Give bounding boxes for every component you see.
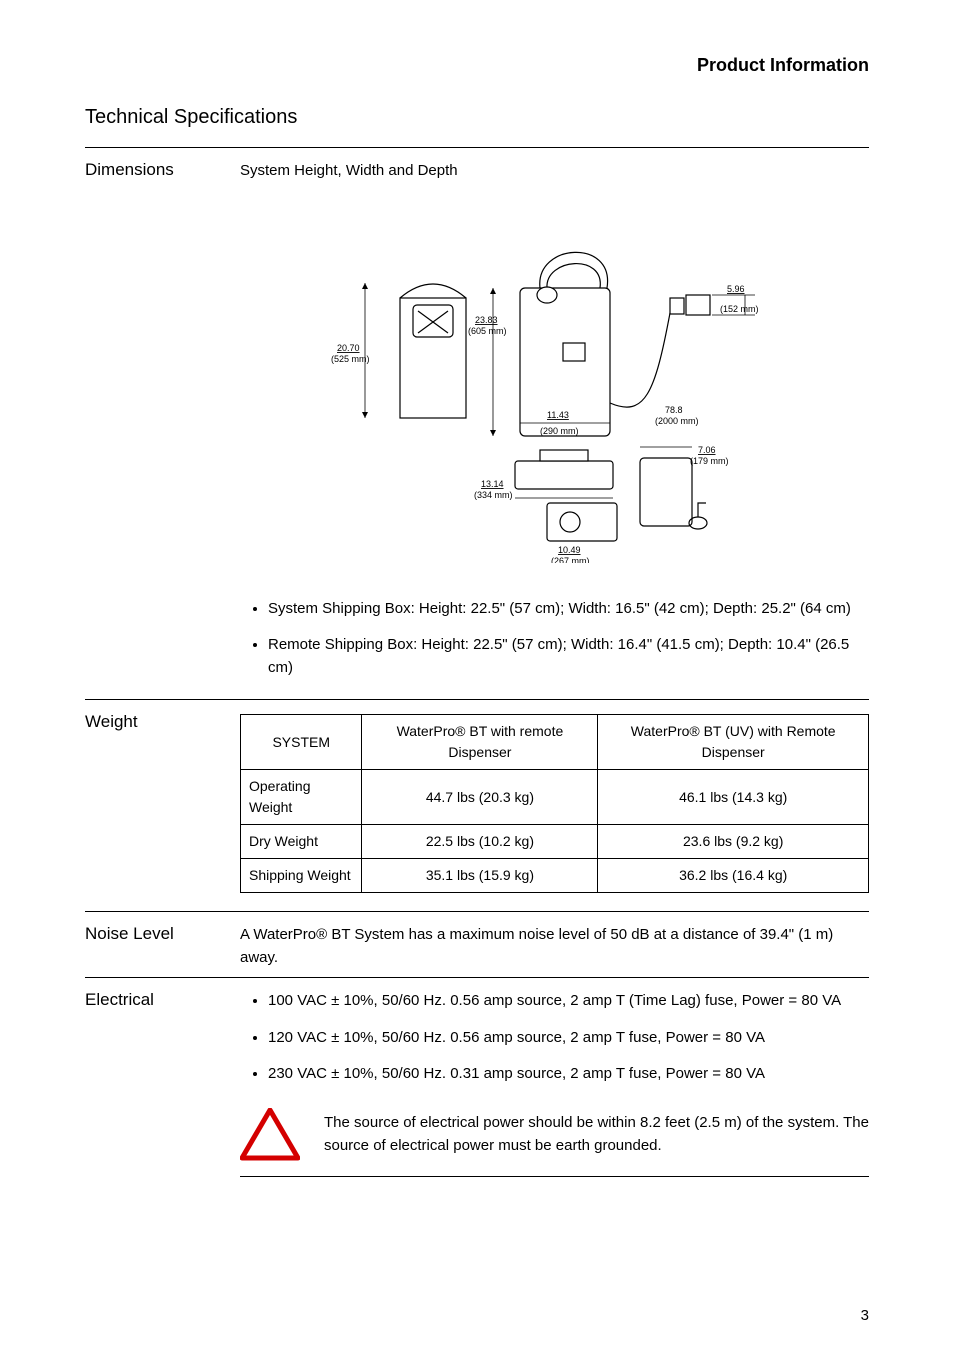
page-title: Technical Specifications xyxy=(85,106,869,129)
dim-w-foot-mm: (334 mm) xyxy=(474,490,513,500)
section-dimensions: Dimensions System Height, Width and Dept… xyxy=(85,147,869,693)
dimensions-bullet: System Shipping Box: Height: 22.5" (57 c… xyxy=(268,598,869,621)
section-electrical: Electrical 100 VAC ± 10%, 50/60 Hz. 0.56… xyxy=(85,977,869,1177)
weight-label: Weight xyxy=(85,712,240,893)
weight-col-bt: WaterPro® BT with remote Dispenser xyxy=(362,715,598,770)
dimensions-label: Dimensions xyxy=(85,160,240,693)
warning-icon xyxy=(240,1108,300,1162)
dim-cord-in: 78.8 xyxy=(665,405,683,415)
dimensions-bullet: Remote Shipping Box: Height: 22.5" (57 c… xyxy=(268,634,869,679)
dim-w-body-in: 11.43 xyxy=(547,410,569,420)
dim-remote-in: 5.96 xyxy=(727,284,745,294)
page-number: 3 xyxy=(861,1307,869,1324)
dim-h-back-in: 23.83 xyxy=(475,315,498,325)
electrical-label: Electrical xyxy=(85,990,240,1177)
dim-w-body-mm: (290 mm) xyxy=(540,426,579,436)
dim-h-main-in: 20.70 xyxy=(337,343,360,353)
section-noise: Noise Level A WaterPro® BT System has a … xyxy=(85,911,869,969)
dim-h-back-mm: (605 mm) xyxy=(468,326,507,336)
table-row: Operating Weight 44.7 lbs (20.3 kg) 46.1… xyxy=(241,770,869,825)
page-header: Product Information xyxy=(85,55,869,76)
weight-col-system: SYSTEM xyxy=(241,715,362,770)
dim-disp-mm: (179 mm) xyxy=(690,456,729,466)
electrical-bullet: 100 VAC ± 10%, 50/60 Hz. 0.56 amp source… xyxy=(268,990,869,1013)
dim-disp-in: 7.06 xyxy=(698,445,716,455)
electrical-bullet: 120 VAC ± 10%, 50/60 Hz. 0.56 amp source… xyxy=(268,1027,869,1050)
noise-label: Noise Level xyxy=(85,924,240,969)
dim-d-foot-mm: (267 mm) xyxy=(551,556,590,563)
section-weight: Weight SYSTEM WaterPro® BT with remote D… xyxy=(85,699,869,893)
electrical-warning-text: The source of electrical power should be… xyxy=(324,1112,869,1157)
weight-table: SYSTEM WaterPro® BT with remote Dispense… xyxy=(240,714,869,893)
dimensions-subtitle: System Height, Width and Depth xyxy=(240,160,869,183)
dim-cord-mm: (2000 mm) xyxy=(655,416,699,426)
weight-col-bt-uv: WaterPro® BT (UV) with Remote Dispenser xyxy=(598,715,869,770)
table-row: Shipping Weight 35.1 lbs (15.9 kg) 36.2 … xyxy=(241,859,869,893)
dim-h-main-mm: (525 mm) xyxy=(331,354,370,364)
dim-w-foot-in: 13.14 xyxy=(481,479,504,489)
dimensions-diagram: 20.70 (525 mm) 23.83 (605 mm) 11.43 (290… xyxy=(240,203,869,563)
table-row: Dry Weight 22.5 lbs (10.2 kg) 23.6 lbs (… xyxy=(241,825,869,859)
dim-d-foot-in: 10.49 xyxy=(558,545,581,555)
electrical-bullet: 230 VAC ± 10%, 50/60 Hz. 0.31 amp source… xyxy=(268,1063,869,1086)
noise-text: A WaterPro® BT System has a maximum nois… xyxy=(240,924,869,969)
dim-remote-mm: (152 mm) xyxy=(720,304,759,314)
